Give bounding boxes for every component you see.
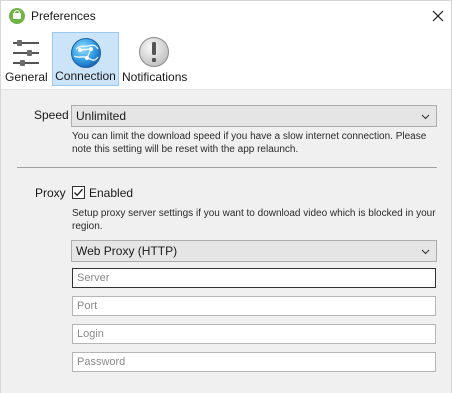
proxy-label: Proxy [35,186,66,200]
tab-connection-label: Connection [55,69,116,83]
preferences-window: Preferences General Connection Notificat… [0,0,452,393]
globe-icon [70,38,101,68]
connection-settings-panel: Speed Unlimited You can limit the downlo… [1,89,451,393]
tab-notifications-label: Notifications [122,70,188,84]
speed-label: Speed [34,108,69,122]
proxy-enabled-label[interactable]: Enabled [89,186,133,200]
title-bar: Preferences [1,1,451,31]
exclamation-icon [139,37,169,67]
close-button[interactable] [427,5,449,27]
preferences-toolbar: General Connection Notifications [1,31,451,88]
server-input[interactable] [72,268,436,288]
tab-notifications[interactable]: Notifications [122,32,188,86]
chevron-down-icon [421,114,430,120]
speed-select[interactable]: Unlimited [71,105,437,127]
login-input[interactable] [72,324,436,344]
tab-connection[interactable]: Connection [52,32,119,86]
tab-general[interactable]: General [5,32,48,86]
proxy-hint: Setup proxy server settings if you want … [72,208,436,232]
tab-general-label: General [5,70,48,84]
window-title: Preferences [31,9,96,23]
app-logo-icon [9,8,25,24]
section-divider [17,167,437,168]
password-input[interactable] [72,352,436,372]
close-icon [432,10,444,22]
checkmark-icon [74,188,83,197]
port-input[interactable] [72,296,436,316]
proxy-type-select[interactable]: Web Proxy (HTTP) [71,240,437,262]
speed-hint: You can limit the download speed if you … [72,131,427,155]
proxy-enabled-checkbox[interactable] [72,186,85,199]
chevron-down-icon [421,249,430,255]
sliders-icon [13,40,39,66]
proxy-type-value: Web Proxy (HTTP) [76,244,178,258]
speed-select-value: Unlimited [76,109,127,123]
